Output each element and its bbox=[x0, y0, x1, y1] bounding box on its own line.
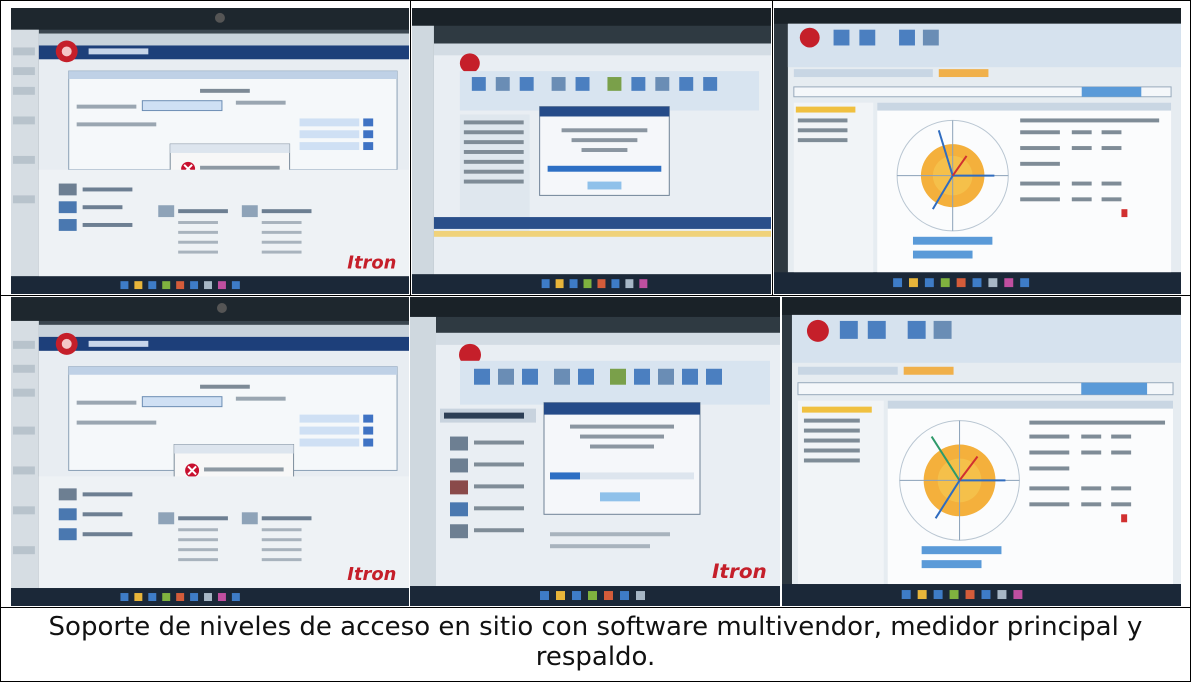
svg-text:Itron: Itron bbox=[347, 252, 396, 273]
caption-divider bbox=[0, 607, 1191, 608]
photo-itron-error-dialog: Itron bbox=[11, 8, 409, 294]
svg-text:Itron: Itron bbox=[712, 559, 767, 583]
column-divider bbox=[410, 0, 411, 295]
figure-caption: Soporte de niveles de acceso en sitio co… bbox=[48, 612, 1143, 672]
column-divider bbox=[772, 0, 773, 295]
photo-software-progress-dialog: Itron bbox=[410, 297, 780, 606]
photo-itron-error-dialog: Itron bbox=[11, 297, 409, 606]
photo-phasor-diagram bbox=[782, 297, 1181, 606]
photo-phasor-diagram bbox=[774, 8, 1181, 294]
svg-text:Itron: Itron bbox=[347, 564, 396, 585]
document-figure: Itron Itron Itron Soporte de niveles de … bbox=[0, 0, 1191, 682]
row-divider bbox=[0, 295, 1191, 296]
photo-software-progress-dialog bbox=[412, 8, 771, 294]
